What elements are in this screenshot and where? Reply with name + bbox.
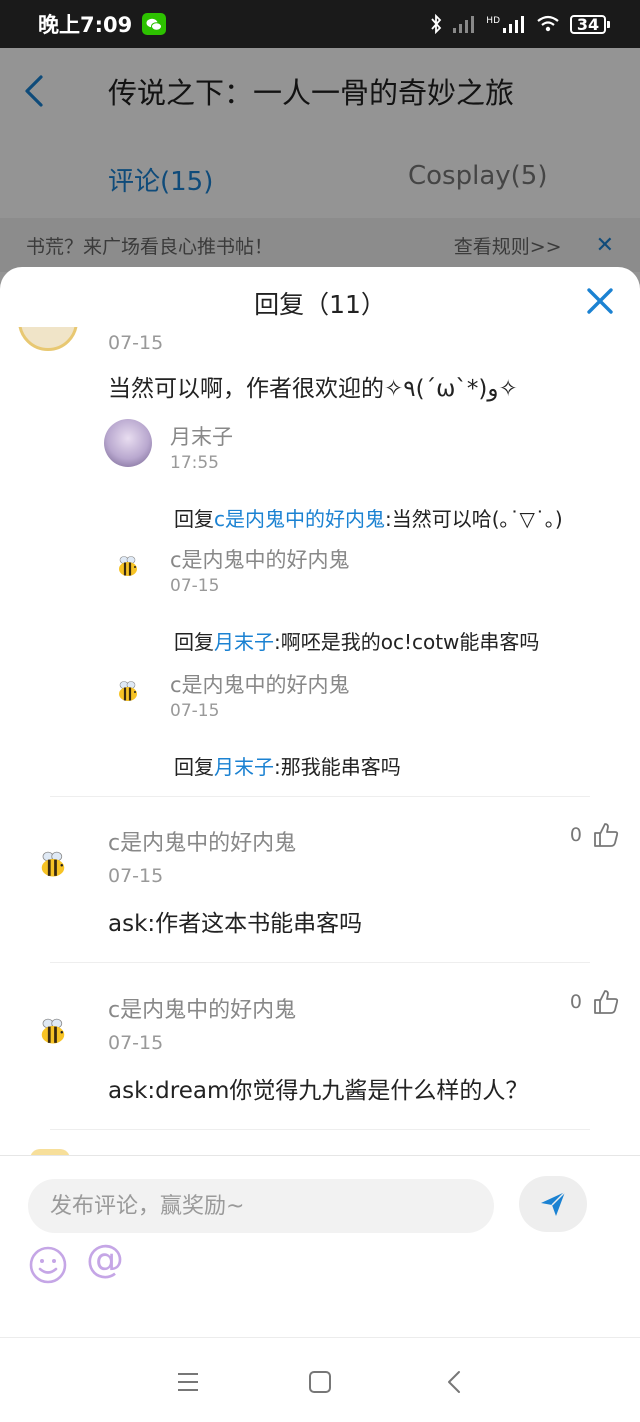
comment-author[interactable]: c是内鬼中的好内鬼	[108, 825, 296, 857]
avatar[interactable]	[28, 1006, 78, 1056]
like-button[interactable]: 0	[570, 988, 620, 1016]
avatar[interactable]	[28, 839, 78, 889]
like-count: 0	[569, 991, 582, 1013]
reply-text: 回复月末子:啊呸是我的oc!cotw能串客吗	[174, 630, 540, 654]
comment-author[interactable]: c是内鬼中的好内鬼	[108, 992, 296, 1024]
comment-text: ask:作者这本书能串客吗	[108, 911, 363, 937]
hd-label: HD	[486, 16, 500, 26]
reply-text: 回复月末子:那我能串客吗	[174, 755, 401, 779]
reply-author[interactable]: c是内鬼中的好内鬼	[170, 544, 350, 574]
mention-link[interactable]: 月末子	[214, 630, 274, 654]
reply-item: 月末子 17:55 回复c是内鬼中的好内鬼:当然可以哈(｡˙▽˙｡)	[104, 419, 624, 539]
comment-input[interactable]	[28, 1179, 494, 1233]
divider	[50, 962, 590, 963]
reply-date: 07-15	[170, 576, 220, 596]
emoji-button[interactable]	[28, 1245, 68, 1285]
signal-icon-1	[453, 16, 475, 33]
mention-link[interactable]: 月末子	[214, 755, 274, 779]
send-icon	[541, 1191, 566, 1216]
comment-item: c是内鬼中的好内鬼 07-15 ask:dream你觉得九九酱是什么样的人？ 0	[0, 990, 640, 1142]
reply-item: c是内鬼中的好内鬼 07-15 回复月末子:啊呸是我的oc!cotw能串客吗	[104, 542, 624, 662]
comment-date: 07-15	[108, 1032, 164, 1054]
reply-date: 07-15	[170, 701, 220, 721]
system-nav-bar	[0, 1337, 640, 1422]
bee-icon	[41, 1018, 65, 1044]
reply-author[interactable]: 月末子	[170, 421, 233, 451]
thumbs-up-icon	[594, 990, 619, 1014]
divider	[50, 1129, 590, 1130]
smiley-icon	[29, 1246, 67, 1284]
like-count: 0	[569, 824, 582, 846]
reply-list[interactable]: 07-15 当然可以啊，作者很欢迎的✧٩(ˊωˋ*)و✧ 月末子 17:55 回…	[0, 327, 640, 1155]
avatar[interactable]	[104, 542, 152, 590]
back-nav-icon[interactable]	[440, 1368, 468, 1396]
bee-icon	[41, 851, 65, 877]
status-bar: 晚上7:09 HD 34	[0, 0, 640, 48]
avatar[interactable]	[104, 419, 152, 467]
comment-date: 07-15	[108, 332, 164, 354]
bee-icon	[119, 556, 137, 576]
reply-sheet: 回复（11） 07-15 当然可以啊，作者很欢迎的✧٩(ˊωˋ*)و✧ 月末子 …	[0, 267, 640, 1422]
sheet-title: 回复（11）	[254, 290, 386, 319]
comment-item: c是内鬼中的好内鬼 07-15 ask:作者这本书能串客吗 0	[0, 823, 640, 975]
mention-button[interactable]: @	[86, 1240, 124, 1278]
signal-icon-2	[503, 16, 524, 33]
comment-input-panel: @	[0, 1155, 640, 1337]
comment-text: ask:dream你觉得九九酱是什么样的人？	[108, 1078, 529, 1104]
bee-icon	[119, 681, 137, 701]
close-icon[interactable]	[584, 285, 616, 317]
bluetooth-icon	[431, 14, 442, 34]
reply-date: 17:55	[170, 453, 219, 473]
home-icon[interactable]	[306, 1368, 334, 1396]
reply-item: c是内鬼中的好内鬼 07-15 回复月末子:那我能串客吗	[104, 667, 624, 787]
battery-icon: 34	[570, 14, 610, 34]
mention-link[interactable]: c是内鬼中的好内鬼	[214, 507, 385, 531]
wifi-icon	[537, 15, 559, 32]
thumbs-up-icon	[594, 823, 619, 847]
avatar[interactable]	[104, 667, 152, 715]
divider	[50, 796, 590, 797]
avatar[interactable]	[18, 327, 78, 351]
send-button[interactable]	[519, 1176, 587, 1232]
comment-text: 当然可以啊，作者很欢迎的✧٩(ˊωˋ*)و✧	[108, 376, 518, 402]
reply-author[interactable]: c是内鬼中的好内鬼	[170, 669, 350, 699]
status-time: 晚上7:09	[38, 13, 133, 37]
wechat-notification-icon	[142, 13, 167, 35]
comment-date: 07-15	[108, 865, 164, 887]
status-icons: HD 34	[430, 14, 610, 34]
like-button[interactable]: 0	[570, 821, 620, 849]
menu-icon[interactable]	[174, 1368, 202, 1396]
reply-text: 回复c是内鬼中的好内鬼:当然可以哈(｡˙▽˙｡)	[174, 507, 563, 531]
